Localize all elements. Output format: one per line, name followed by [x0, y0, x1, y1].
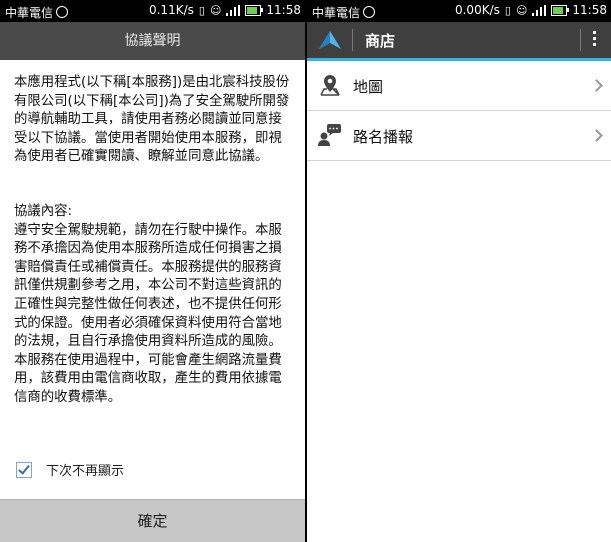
overflow-menu-icon[interactable]	[593, 31, 597, 49]
chevron-right-icon	[590, 79, 603, 92]
dont-show-again-row[interactable]: 下次不再顯示	[16, 460, 124, 479]
app-logo-icon[interactable]	[319, 31, 341, 49]
android-icon: ☺	[209, 3, 222, 17]
battery-icon	[551, 4, 570, 16]
agreement-screen: 中華電信 0.11K/s ▯ ☺ 11:58 協議聲明 本應用程式(以下稱[本服…	[0, 0, 305, 542]
battery-icon	[245, 4, 264, 16]
vibrate-icon: ▯	[504, 3, 511, 17]
dont-show-again-label: 下次不再顯示	[46, 464, 125, 479]
status-bar: 中華電信 0.11K/s ▯ ☺ 11:58	[0, 0, 305, 22]
android-icon: ☺	[515, 3, 528, 17]
dont-show-again-checkbox[interactable]	[16, 461, 32, 478]
agreement-content-heading: 協議內容:	[14, 203, 73, 219]
signal-icon	[226, 4, 241, 16]
agreement-intro: 本應用程式(以下稱[本服務])是由北宸科技股份有限公司(以下稱[本公司])為了安…	[14, 75, 290, 165]
clock: 11:58	[266, 3, 301, 17]
clock: 11:58	[572, 3, 607, 17]
app-bar: 商店	[307, 22, 611, 58]
vibrate-icon: ▯	[198, 3, 205, 17]
carrier-label: 中華電信	[5, 4, 69, 21]
confirm-button[interactable]: 確定	[0, 499, 305, 542]
agreement-content: 遵守安全駕駛規範，請勿在行駛中操作。本服務不承擔因為使用本服務所造成任何損害之損…	[14, 222, 282, 405]
signal-icon	[532, 4, 547, 16]
network-speed: 0.11K/s	[148, 3, 194, 17]
list-item-map[interactable]: 地圖	[307, 61, 611, 111]
store-screen: 中華電信 0.00K/s ▯ ☺ 11:58 商店 地圖 路名播報	[307, 0, 611, 542]
page-title: 商店	[365, 32, 396, 50]
chevron-right-icon	[590, 129, 603, 142]
carrier-label: 中華電信	[312, 4, 376, 21]
status-bar: 中華電信 0.00K/s ▯ ☺ 11:58	[307, 0, 611, 22]
sync-icon	[56, 6, 69, 18]
sync-icon	[363, 6, 376, 18]
appbar-divider	[352, 29, 353, 51]
menu-divider	[580, 29, 581, 51]
list-item-street-announce[interactable]: 路名播報	[307, 111, 611, 161]
list-item-label: 路名播報	[353, 128, 414, 146]
dialog-title: 協議聲明	[0, 22, 305, 60]
speech-person-icon	[318, 124, 341, 146]
dialog-body: 本應用程式(以下稱[本服務])是由北宸科技股份有限公司(以下稱[本公司])為了安…	[0, 60, 305, 408]
list-item-label: 地圖	[353, 78, 384, 96]
map-pin-icon	[320, 75, 340, 96]
network-speed: 0.00K/s	[454, 3, 500, 17]
